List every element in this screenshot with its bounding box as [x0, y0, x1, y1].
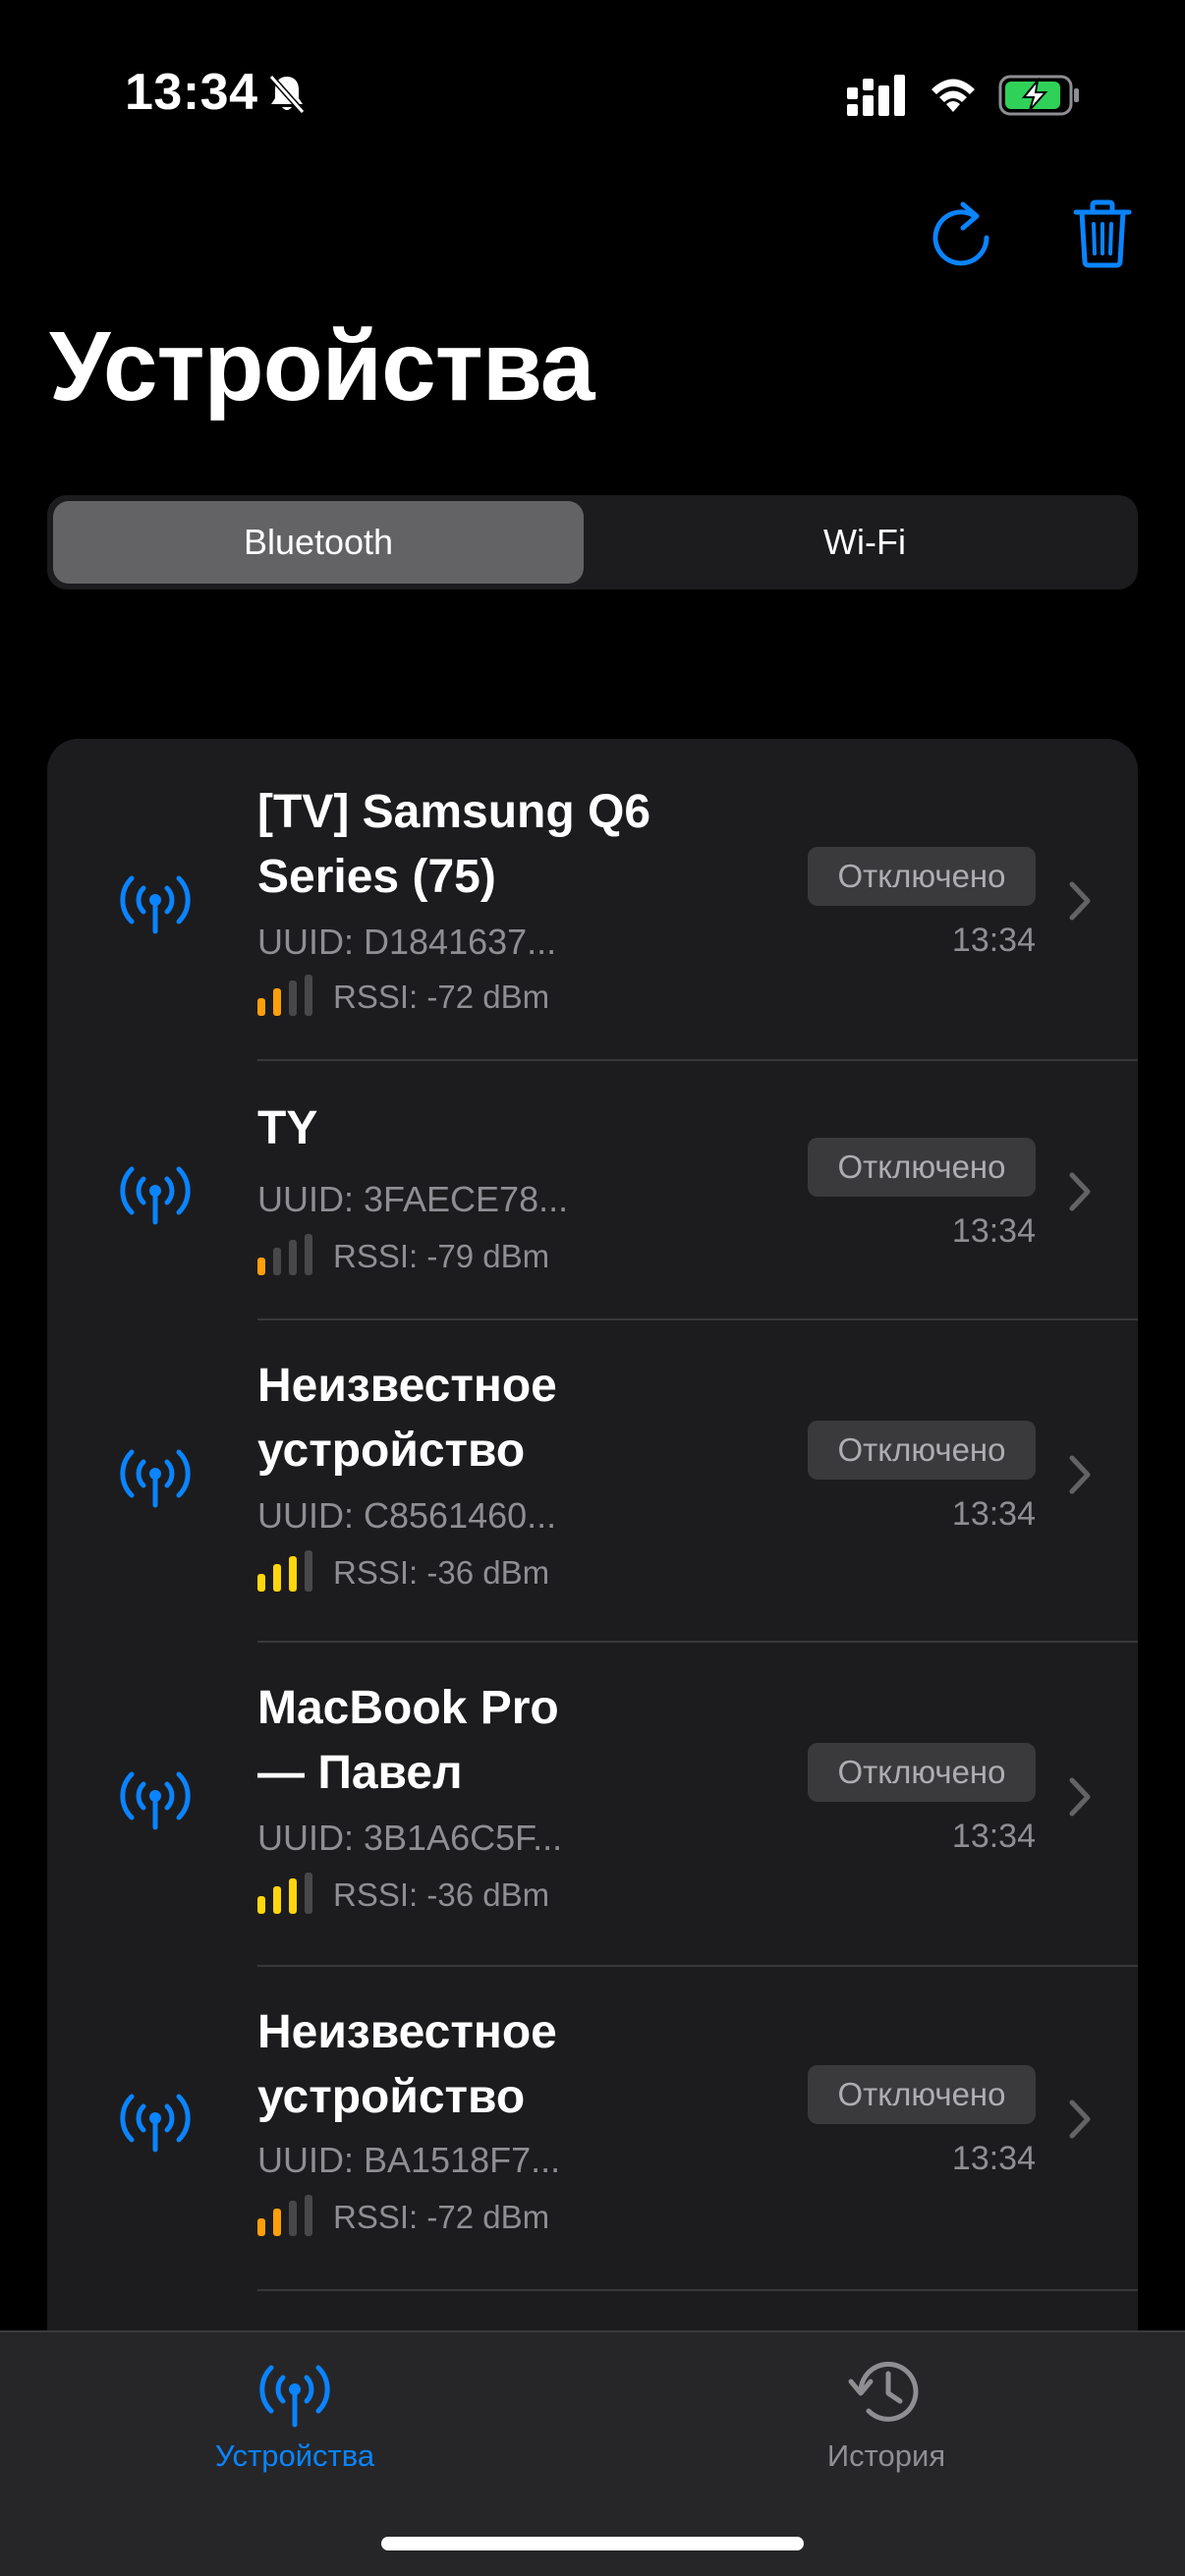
device-uuid: UUID: BA1518F7...	[257, 2140, 561, 2180]
antenna-icon	[120, 1166, 191, 1225]
chevron-right-icon	[1069, 881, 1091, 921]
home-indicator	[381, 2537, 804, 2550]
device-rssi: RSSI: -72 dBm	[333, 979, 550, 1015]
device-rssi: RSSI: -36 dBm	[333, 1876, 550, 1913]
signal-bar	[305, 2195, 312, 2236]
battery-charging-icon	[998, 75, 1079, 116]
status-badge: Отключено	[808, 2065, 1036, 2124]
device-name: MacBook Pro — Павел	[257, 1682, 559, 1799]
row-divider	[257, 2289, 1138, 2291]
device-time: 13:34	[951, 922, 1036, 959]
chevron-right-icon	[1069, 1777, 1091, 1817]
signal-bar	[257, 2218, 265, 2236]
signal-strength-icon	[257, 2195, 312, 2236]
device-row[interactable]: MacBook Pro — Павел UUID: 3B1A6C5F... RS…	[47, 1643, 1138, 1967]
signal-bar	[289, 1556, 297, 1592]
wifi-icon	[931, 79, 975, 112]
status-badge: Отключено	[808, 1743, 1036, 1802]
tab-devices[interactable]: Устройства	[98, 2332, 491, 2490]
signal-bar	[273, 1886, 281, 1914]
connection-type-segmented-control: Bluetooth Wi-Fi	[47, 495, 1138, 589]
device-rssi: RSSI: -72 dBm	[333, 2199, 550, 2235]
tab-history[interactable]: История	[690, 2332, 1083, 2490]
device-name: [TV] Samsung Q6 Series (75)	[257, 786, 651, 903]
page-title: Устройства	[49, 311, 595, 421]
device-time: 13:34	[951, 1212, 1036, 1250]
antenna-icon	[120, 1771, 191, 1830]
signal-strength-icon	[257, 975, 312, 1016]
device-time: 13:34	[951, 1818, 1036, 1855]
signal-bar	[305, 1873, 312, 1914]
tab-devices-label: Устройства	[214, 2438, 375, 2473]
device-uuid: UUID: 3B1A6C5F...	[257, 1818, 563, 1858]
antenna-icon	[120, 2094, 191, 2153]
device-uuid: UUID: D1841637...	[257, 922, 557, 962]
signal-strength-icon	[257, 1873, 312, 1914]
signal-bar	[273, 988, 281, 1016]
device-time: 13:34	[951, 1495, 1036, 1533]
antenna-icon	[259, 2365, 330, 2428]
signal-bar	[273, 1564, 281, 1592]
device-row[interactable]: Неизвестное устройство UUID: BA1518F7...…	[47, 1967, 1138, 2291]
signal-bar	[257, 1258, 265, 1275]
tab-history-label: История	[826, 2438, 946, 2473]
device-row[interactable]: TY UUID: 3FAECE78... RSSI: -79 dBm Отклю…	[47, 1061, 1138, 1320]
history-icon	[848, 2361, 919, 2422]
signal-bar	[273, 2209, 281, 2236]
device-name: TY	[257, 1102, 318, 1154]
signal-bar	[289, 1240, 297, 1275]
status-badge: Отключено	[808, 1421, 1036, 1480]
chevron-right-icon	[1069, 1455, 1091, 1494]
signal-bar	[257, 1896, 265, 1914]
refresh-icon	[932, 201, 989, 266]
device-name: Неизвестное устройство	[257, 1360, 557, 1477]
cellular-signal-icon	[847, 75, 905, 116]
chevron-right-icon	[1069, 1172, 1091, 1211]
signal-bar	[289, 2201, 297, 2236]
antenna-icon	[120, 875, 191, 934]
signal-bar	[305, 1234, 312, 1275]
signal-bar	[305, 1550, 312, 1592]
device-list: [TV] Samsung Q6 Series (75) UUID: D18416…	[47, 739, 1138, 2409]
screen: 13:34 Устройства Bluetooth Wi-Fi [TV] Sa…	[0, 0, 1185, 2576]
trash-button[interactable]	[1061, 193, 1144, 275]
bell-slash-icon	[268, 75, 306, 114]
status-badge: Отключено	[808, 847, 1036, 906]
status-time: 13:34	[125, 64, 258, 121]
signal-bar	[289, 980, 297, 1016]
signal-strength-icon	[257, 1234, 312, 1275]
device-uuid: UUID: 3FAECE78...	[257, 1179, 569, 1219]
signal-bar	[257, 1574, 265, 1592]
device-row[interactable]: [TV] Samsung Q6 Series (75) UUID: D18416…	[47, 739, 1138, 1061]
signal-bar	[305, 975, 312, 1016]
device-time: 13:34	[951, 2140, 1036, 2177]
device-row[interactable]: Неизвестное устройство UUID: C8561460...…	[47, 1320, 1138, 1643]
signal-strength-icon	[257, 1550, 312, 1592]
segment-bluetooth[interactable]: Bluetooth	[53, 501, 584, 584]
segment-wifi[interactable]: Wi-Fi	[597, 501, 1132, 584]
refresh-button[interactable]	[921, 193, 1003, 275]
signal-bar	[257, 998, 265, 1016]
antenna-icon	[120, 1449, 191, 1508]
signal-bar	[289, 1878, 297, 1914]
device-rssi: RSSI: -79 dBm	[333, 1238, 550, 1274]
device-rssi: RSSI: -36 dBm	[333, 1554, 550, 1591]
status-bar: 13:34	[0, 0, 1185, 196]
device-name: Неизвестное устройство	[257, 2006, 557, 2123]
device-uuid: UUID: C8561460...	[257, 1495, 557, 1536]
trash-icon	[1073, 199, 1132, 268]
chevron-right-icon	[1069, 2100, 1091, 2139]
signal-bar	[273, 1248, 281, 1275]
status-badge: Отключено	[808, 1138, 1036, 1197]
